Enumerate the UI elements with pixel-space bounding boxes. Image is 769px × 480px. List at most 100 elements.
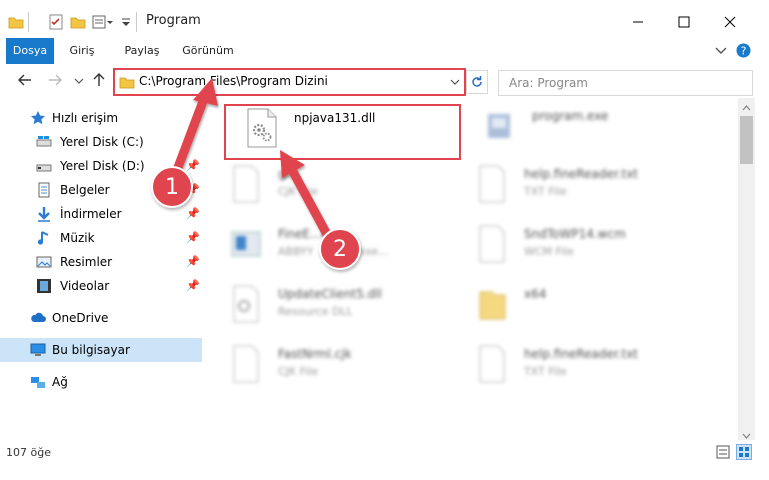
app-icon: [230, 224, 262, 264]
download-icon: [36, 206, 52, 222]
file-item[interactable]: help.fineReader.txt TXT File: [454, 340, 694, 392]
text-file-icon: [476, 164, 508, 204]
star-icon: [30, 110, 46, 126]
nav-label: Hızlı erişim: [52, 111, 119, 125]
documents-icon: [36, 182, 52, 198]
document-icon: [230, 344, 262, 384]
file-name: program.exe: [532, 109, 609, 123]
refresh-button[interactable]: [466, 70, 488, 94]
step-2-badge: 2: [319, 228, 361, 270]
file-name: gl...: [278, 167, 301, 181]
vertical-scrollbar[interactable]: [738, 98, 755, 440]
close-icon: [724, 16, 736, 28]
film-icon: [36, 278, 52, 294]
view-options-icon[interactable]: [92, 14, 113, 30]
file-item[interactable]: SndToWP14.wcm WCM File: [454, 220, 694, 272]
file-item[interactable]: FastNrml.cjk CJK File: [208, 340, 448, 392]
nav-label: OneDrive: [52, 311, 109, 325]
pin-icon[interactable]: 📌: [186, 231, 200, 244]
scroll-thumb[interactable]: [740, 116, 753, 164]
file-name: UpdateClient5.dll: [278, 287, 382, 301]
address-dropdown-icon[interactable]: [449, 74, 461, 90]
file-item-program-exe[interactable]: program.exe: [462, 102, 702, 154]
nav-local-disk-c[interactable]: Yerel Disk (C:): [0, 130, 202, 154]
drive-icon: [36, 158, 52, 174]
network-icon: [30, 374, 46, 390]
file-name: help.fineReader.txt: [524, 347, 638, 361]
navigation-pane: Hızlı erişim Yerel Disk (C:) Yerel Disk …: [0, 100, 204, 440]
search-placeholder: Ara: Program: [509, 76, 588, 90]
search-box[interactable]: Ara: Program: [498, 70, 753, 96]
tiles-view-icon[interactable]: [736, 444, 752, 463]
nav-label: Videolar: [60, 279, 110, 293]
nav-this-pc[interactable]: Bu bilgisayar: [0, 338, 202, 362]
status-bar: 107 öğe: [0, 440, 769, 464]
minimize-icon: [633, 21, 643, 23]
customize-toolbar-icon[interactable]: [120, 14, 136, 30]
details-view-icon[interactable]: [716, 445, 730, 462]
pin-icon[interactable]: 📌: [186, 255, 200, 268]
tab-view[interactable]: Görünüm: [180, 38, 236, 64]
expand-ribbon-icon[interactable]: [714, 43, 728, 57]
tab-file[interactable]: Dosya: [6, 38, 54, 64]
cloud-icon: [30, 310, 46, 326]
nav-music[interactable]: Müzik 📌: [0, 226, 202, 250]
nav-label: Bu bilgisayar: [52, 343, 130, 357]
folder-icon: [476, 284, 508, 324]
file-type: TXT File: [524, 365, 567, 378]
file-type: CJK File: [278, 365, 319, 378]
refresh-icon: [466, 70, 488, 94]
nav-label: Müzik: [60, 231, 95, 245]
item-count: 107 öğe: [6, 446, 51, 459]
file-type: TXT File: [524, 185, 567, 198]
up-arrow-icon[interactable]: [90, 72, 108, 90]
document-icon: [230, 164, 262, 204]
file-item[interactable]: help.fineReader.txt TXT File: [454, 160, 694, 212]
music-icon: [36, 230, 52, 246]
scroll-up-icon[interactable]: [742, 101, 751, 115]
document-icon: [476, 224, 508, 264]
nav-label: Ağ: [52, 375, 68, 389]
nav-pictures[interactable]: Resimler 📌: [0, 250, 202, 274]
properties-icon[interactable]: [48, 14, 64, 30]
nav-network[interactable]: Ağ: [0, 370, 202, 394]
file-name: help.fineReader.txt: [524, 167, 638, 181]
nav-videos[interactable]: Videolar 📌: [0, 274, 202, 298]
address-path: C:\Program Files\Program Dizini: [139, 74, 328, 88]
file-name: FastNrml.cjk: [278, 347, 352, 361]
nav-label: Resimler: [60, 255, 113, 269]
svg-text:?: ?: [741, 45, 747, 58]
drive-icon: [36, 134, 52, 150]
pin-icon[interactable]: 📌: [186, 207, 200, 220]
tab-home[interactable]: Giriş: [60, 38, 104, 64]
new-folder-icon[interactable]: [70, 14, 86, 30]
file-item[interactable]: UpdateClient5.dll Resource DLL: [208, 280, 448, 332]
maximize-icon: [678, 16, 690, 28]
dll-file-icon: [230, 284, 262, 324]
pictures-icon: [36, 254, 52, 270]
nav-label: Yerel Disk (C:): [60, 135, 144, 149]
nav-quick-access[interactable]: Hızlı erişim: [0, 106, 202, 130]
file-item[interactable]: gl... CJK File: [208, 160, 448, 212]
address-bar[interactable]: C:\Program Files\Program Dizini: [113, 68, 466, 96]
tab-share[interactable]: Paylaş: [118, 38, 166, 64]
computer-icon: [30, 342, 46, 358]
nav-label: Yerel Disk (D:): [60, 159, 145, 173]
file-name: x64: [524, 287, 547, 301]
step-1-badge: 1: [151, 166, 193, 208]
back-arrow-icon[interactable]: [16, 72, 34, 90]
recent-locations-icon[interactable]: [70, 72, 88, 90]
help-icon[interactable]: ?: [736, 43, 751, 58]
folder-icon: [8, 14, 24, 30]
exe-file-icon: [484, 106, 516, 146]
highlight-box: [224, 104, 461, 160]
pin-icon[interactable]: 📌: [186, 159, 200, 172]
forward-arrow-icon[interactable]: [46, 72, 64, 90]
separator: [28, 12, 29, 32]
nav-label: Belgeler: [60, 183, 110, 197]
nav-onedrive[interactable]: OneDrive: [0, 306, 202, 330]
window-title: Program: [146, 13, 201, 28]
folder-item-x64[interactable]: x64: [454, 280, 694, 332]
file-type: CJK File: [278, 185, 319, 198]
pin-icon[interactable]: 📌: [186, 279, 200, 292]
